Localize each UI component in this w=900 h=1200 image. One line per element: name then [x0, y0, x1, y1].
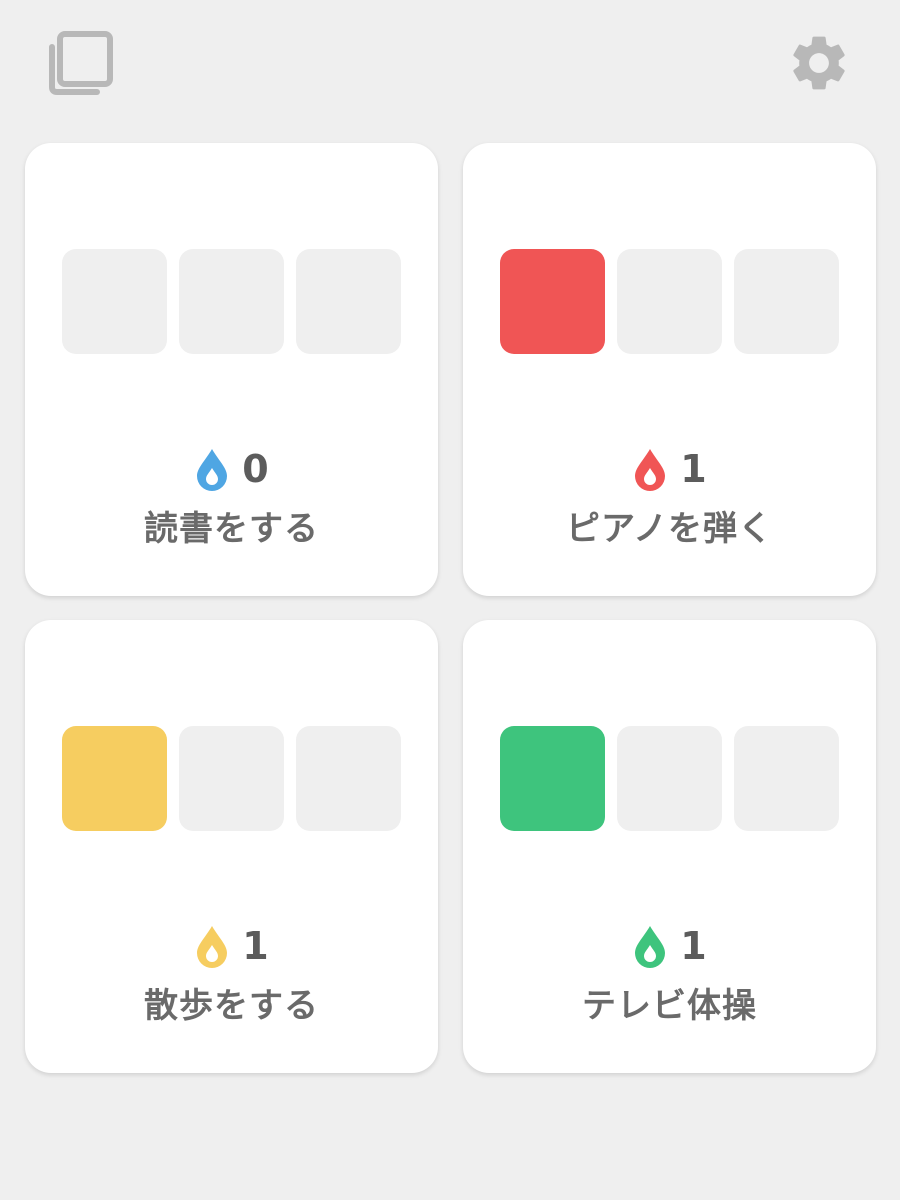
progress-box-filled [62, 726, 167, 831]
progress-box [179, 726, 284, 831]
habit-card[interactable]: 1 ピアノを弾く [463, 143, 876, 596]
habit-name: 散歩をする [144, 986, 319, 1026]
progress-box [617, 249, 722, 354]
progress-boxes [500, 726, 839, 831]
count-value: 1 [680, 447, 707, 491]
count-row: 1 [463, 446, 876, 492]
progress-box [617, 726, 722, 831]
progress-box-filled [500, 249, 605, 354]
progress-box [296, 726, 401, 831]
habit-grid: 0 読書をする 1 ピアノを弾く 1 散歩をする 1 テレビ体操 [25, 143, 876, 1073]
count-row: 0 [25, 446, 438, 492]
count-row: 1 [25, 923, 438, 969]
copy-icon [49, 31, 113, 95]
progress-box [296, 249, 401, 354]
drop-icon [197, 449, 228, 491]
progress-box [734, 726, 839, 831]
habit-card[interactable]: 1 散歩をする [25, 620, 438, 1073]
habit-name: ピアノを弾く [566, 509, 773, 549]
progress-boxes [62, 726, 401, 831]
drop-icon [635, 449, 666, 491]
progress-boxes [62, 249, 401, 354]
count-value: 1 [680, 924, 707, 968]
progress-box [179, 249, 284, 354]
copy-button[interactable] [48, 30, 114, 96]
habit-name: テレビ体操 [582, 986, 757, 1026]
habit-name: 読書をする [144, 509, 319, 549]
count-value: 1 [242, 924, 269, 968]
progress-box [62, 249, 167, 354]
gear-icon [793, 36, 845, 90]
drop-icon [635, 926, 666, 968]
progress-box-filled [500, 726, 605, 831]
settings-button[interactable] [786, 30, 852, 96]
progress-boxes [500, 249, 839, 354]
habit-card[interactable]: 1 テレビ体操 [463, 620, 876, 1073]
count-row: 1 [463, 923, 876, 969]
progress-box [734, 249, 839, 354]
count-value: 0 [242, 447, 269, 491]
drop-icon [197, 926, 228, 968]
habit-card[interactable]: 0 読書をする [25, 143, 438, 596]
